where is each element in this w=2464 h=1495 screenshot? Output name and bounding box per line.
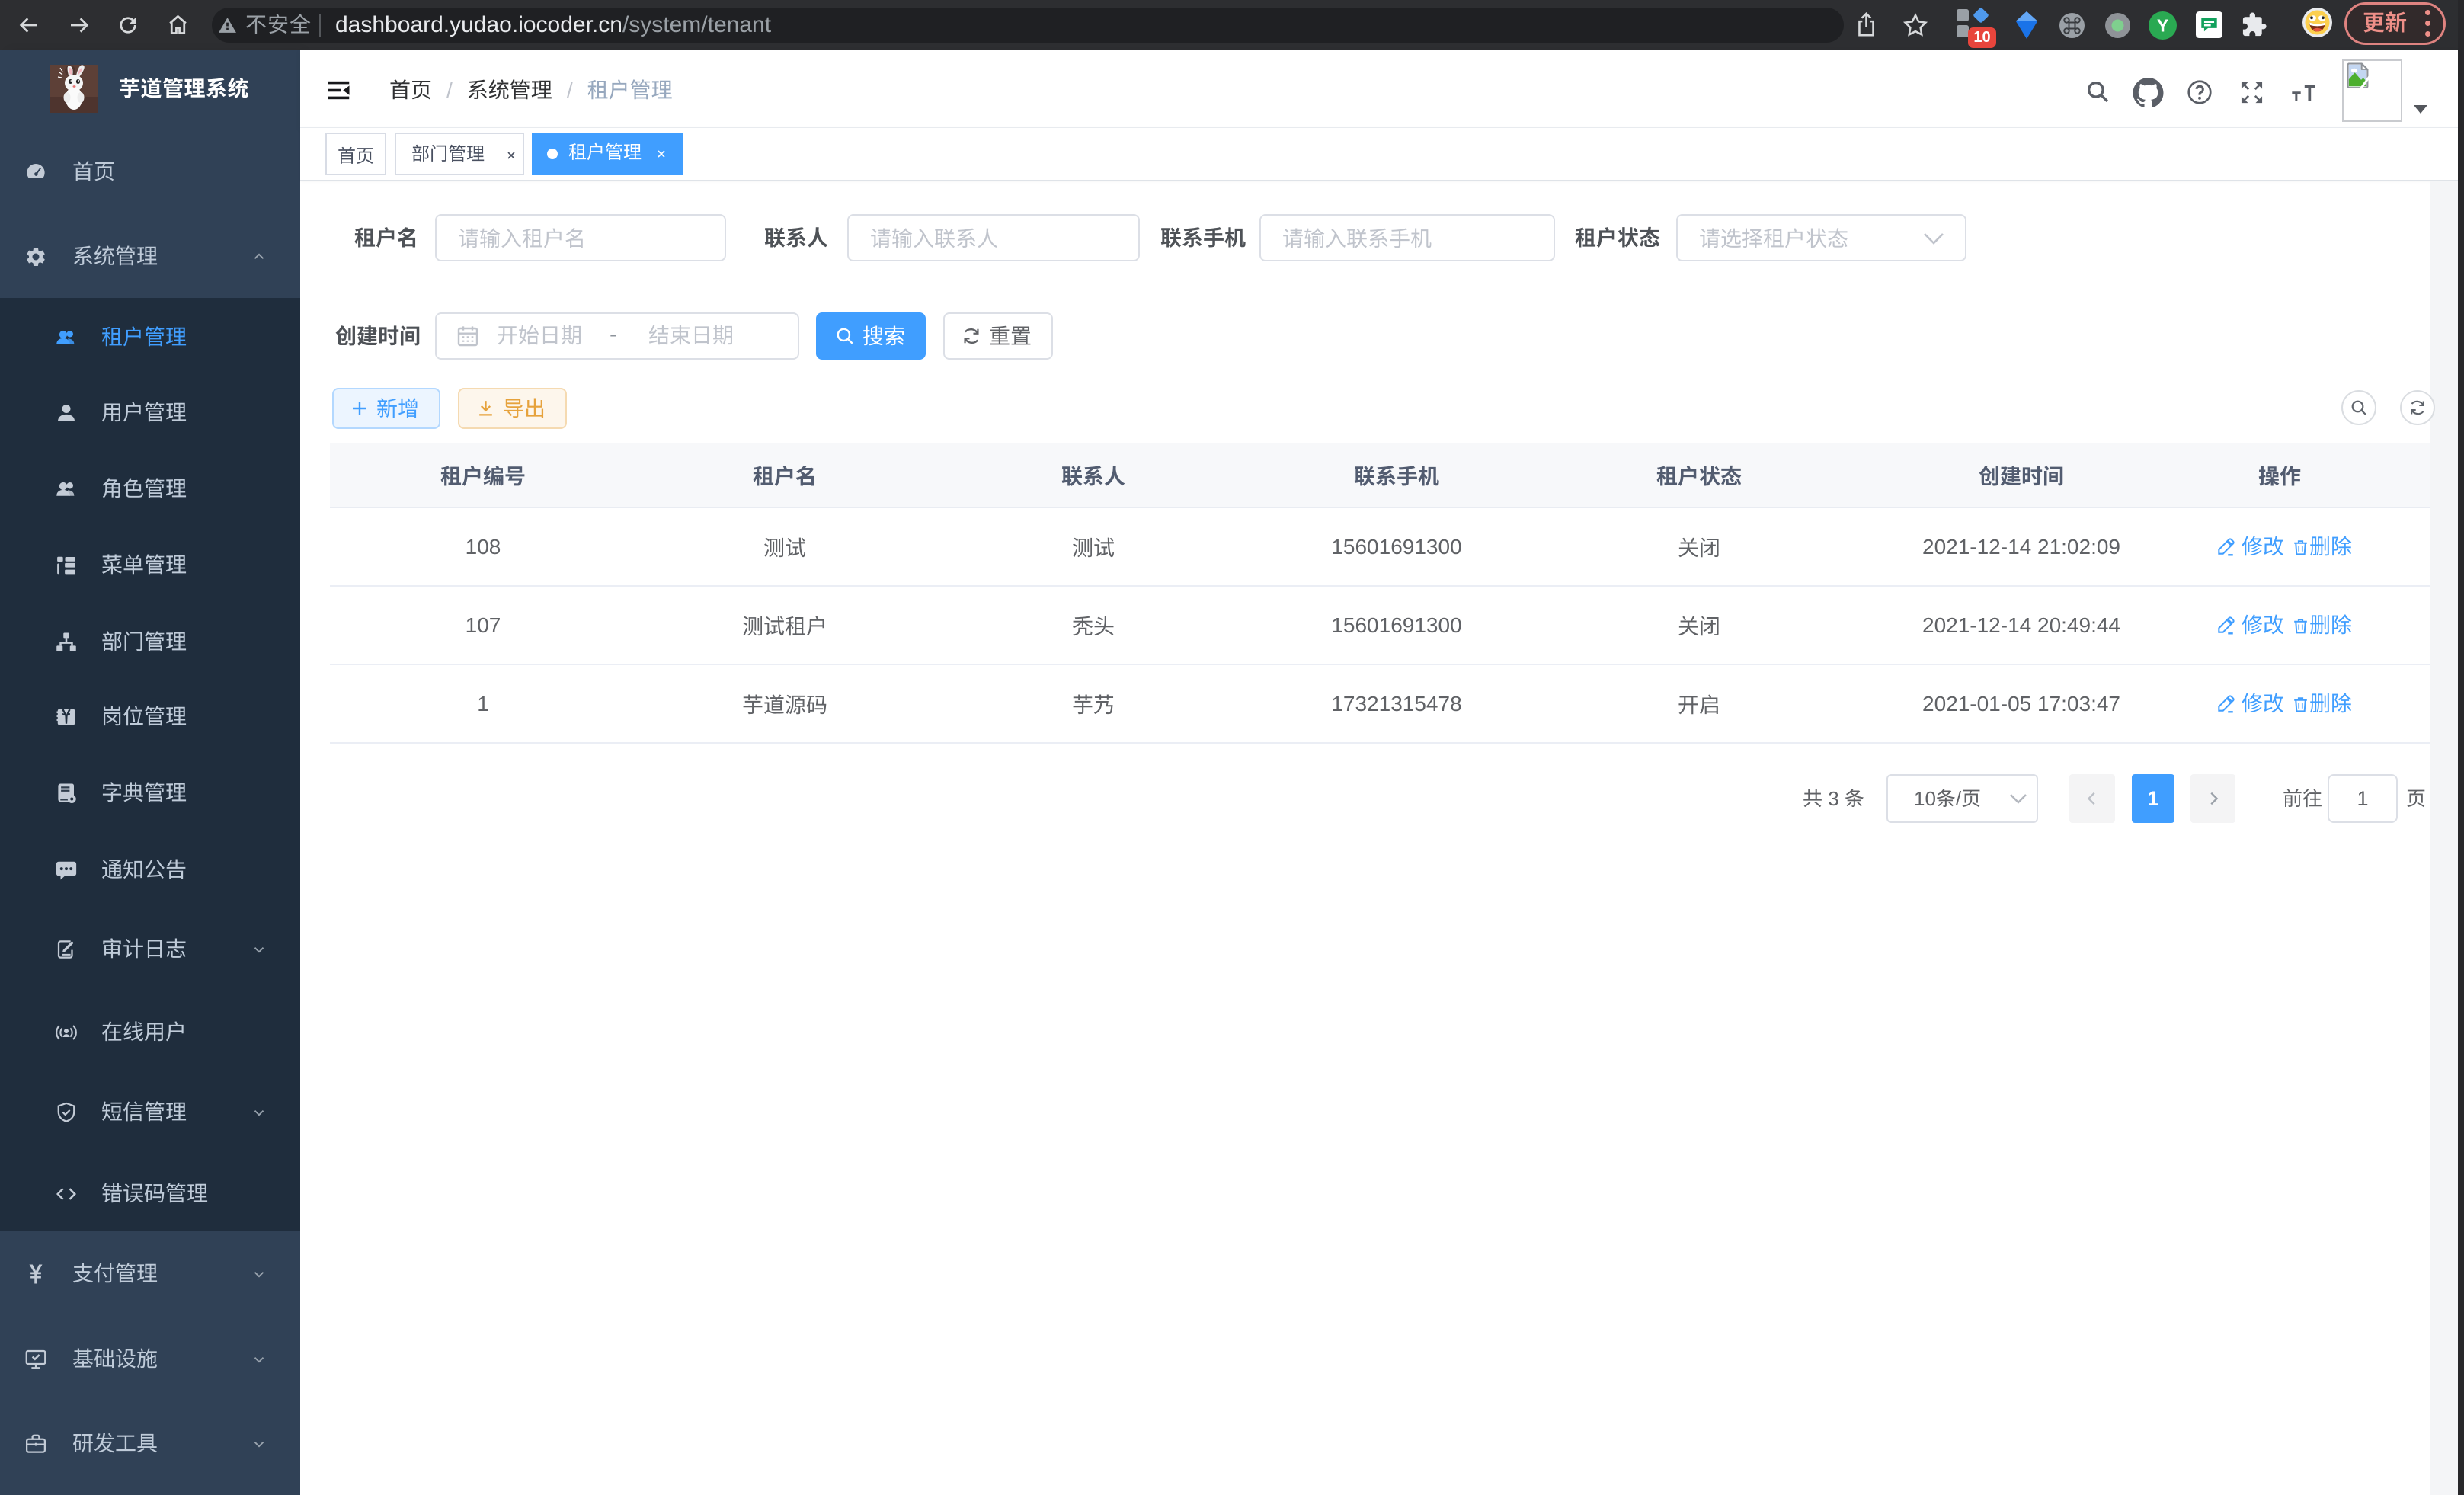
svg-text:Y: Y bbox=[2157, 16, 2168, 36]
